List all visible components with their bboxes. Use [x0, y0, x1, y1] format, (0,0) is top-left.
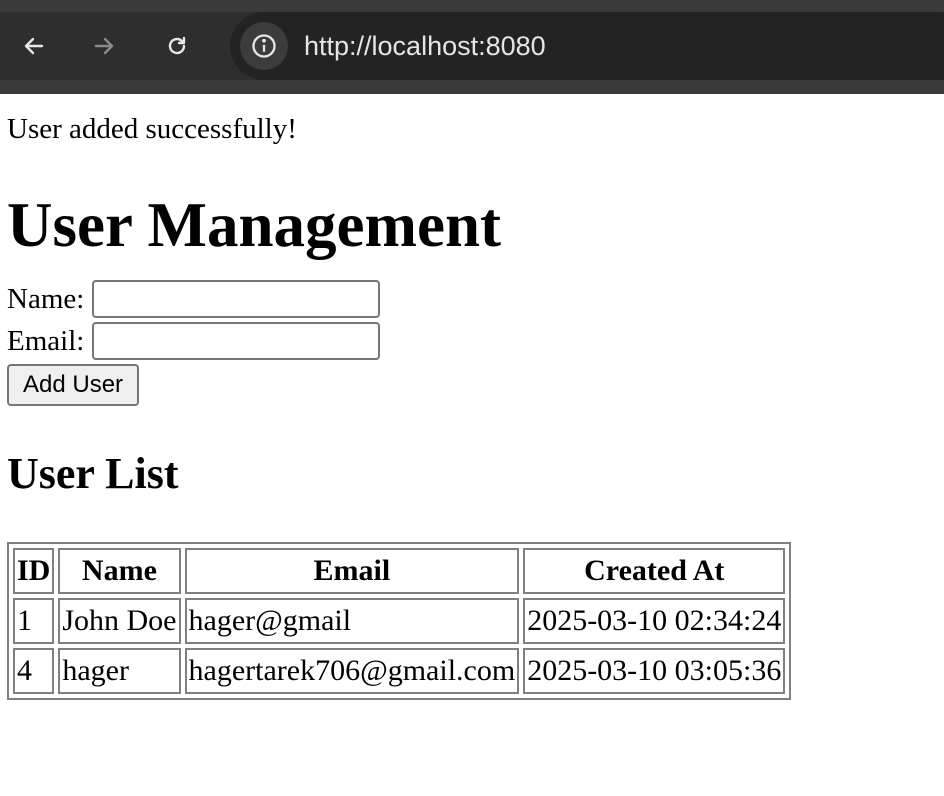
cell-id: 4 [13, 648, 55, 694]
url-text[interactable]: http://localhost:8080 [304, 12, 546, 80]
add-user-form: Name: Email: Add User [7, 278, 937, 406]
cell-email: hagertarek706@gmail.com [184, 648, 520, 694]
back-arrow-icon[interactable] [22, 34, 46, 58]
add-user-button[interactable]: Add User [7, 364, 140, 406]
table-header-row: ID Name Email Created At [13, 548, 786, 594]
email-row: Email: [7, 320, 937, 362]
success-message: User added successfully! [7, 113, 297, 145]
name-label: Name: [7, 282, 85, 315]
email-label: Email: [7, 324, 85, 357]
header-name: Name [58, 548, 181, 594]
reload-icon[interactable] [165, 34, 189, 58]
info-icon[interactable] [240, 22, 288, 70]
user-table: ID Name Email Created At 1 John Doe hage… [7, 542, 792, 700]
name-row: Name: [7, 278, 937, 320]
email-input[interactable] [92, 322, 381, 360]
address-bar[interactable]: http://localhost:8080 [230, 12, 944, 80]
browser-toolbar-inner: http://localhost:8080 [0, 12, 944, 80]
cell-name: hager [58, 648, 181, 694]
cell-name: John Doe [58, 598, 181, 644]
header-created-at: Created At [523, 548, 786, 594]
browser-toolbar: http://localhost:8080 [0, 0, 944, 94]
header-email: Email [184, 548, 520, 594]
page-title: User Management [7, 190, 501, 260]
name-input[interactable] [92, 280, 381, 318]
cell-email: hager@gmail [184, 598, 520, 644]
cell-created-at: 2025-03-10 02:34:24 [523, 598, 786, 644]
user-list-title: User List [7, 449, 179, 498]
cell-id: 1 [13, 598, 55, 644]
forward-arrow-icon[interactable] [92, 34, 116, 58]
header-id: ID [13, 548, 55, 594]
table-row: 4 hager hagertarek706@gmail.com 2025-03-… [13, 648, 786, 694]
table-row: 1 John Doe hager@gmail 2025-03-10 02:34:… [13, 598, 786, 644]
cell-created-at: 2025-03-10 03:05:36 [523, 648, 786, 694]
page-content: User added successfully! User Management… [7, 94, 937, 700]
